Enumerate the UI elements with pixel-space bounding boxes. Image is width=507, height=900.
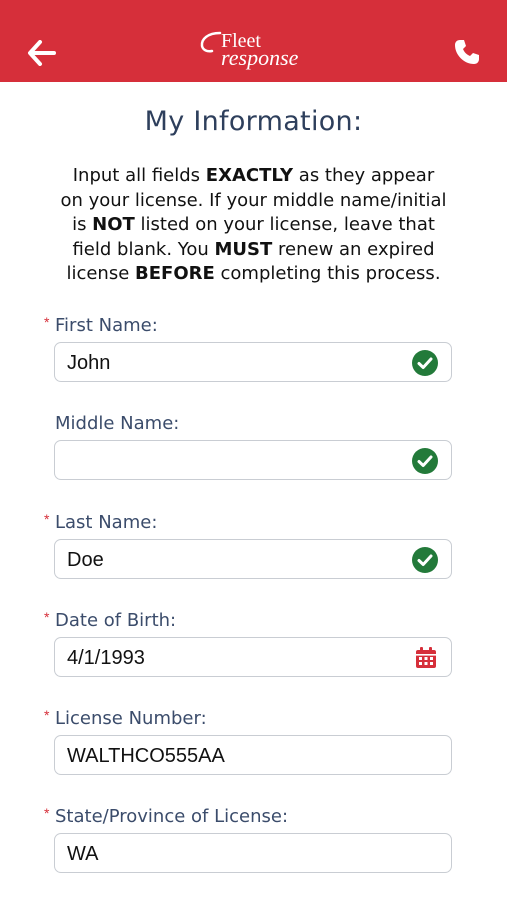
instruction-text: completing this process. [214, 263, 441, 284]
required-asterisk: * [44, 805, 50, 821]
dob-field[interactable] [54, 637, 452, 678]
first-name-label: First Name: [55, 315, 158, 336]
last-name-field[interactable] [54, 539, 452, 580]
dob-label: Date of Birth: [55, 610, 177, 631]
license-number-label: License Number: [55, 708, 207, 729]
state-label: State/Province of License: [55, 806, 289, 827]
middle-name-label: Middle Name: [55, 413, 180, 434]
emphasis-text: EXACTLY [205, 165, 294, 186]
app-header: Fleet response [0, 0, 507, 82]
required-asterisk: * [44, 609, 50, 625]
license-number-input[interactable] [65, 736, 399, 776]
first-name-field[interactable] [54, 342, 452, 383]
calendar-icon[interactable] [414, 646, 438, 670]
page-title: My Information: [144, 106, 363, 137]
license-number-field[interactable] [54, 735, 452, 776]
emphasis-text: BEFORE [135, 263, 215, 284]
call-button[interactable] [449, 34, 485, 70]
back-button[interactable] [24, 35, 60, 71]
state-field[interactable] [54, 833, 452, 874]
emphasis-text: MUST [214, 238, 273, 260]
middle-name-input[interactable] [65, 441, 399, 481]
fleet-response-logo: Fleet response [198, 29, 310, 71]
check-circle-icon [412, 350, 438, 376]
dob-input[interactable] [65, 638, 399, 678]
phone-icon [455, 40, 479, 64]
required-asterisk: * [44, 314, 50, 330]
instruction-text: Input all fields [72, 165, 206, 186]
required-asterisk: * [44, 707, 50, 723]
instructions-text: Input all fields EXACTLY as they appear … [60, 164, 447, 287]
middle-name-field[interactable] [54, 440, 452, 481]
logo-line-2: response [221, 45, 299, 70]
emphasis-text: NOT [92, 214, 135, 235]
last-name-label: Last Name: [55, 512, 158, 533]
check-circle-icon [412, 547, 438, 573]
first-name-input[interactable] [65, 343, 399, 383]
state-input[interactable] [65, 834, 399, 874]
required-asterisk: * [44, 511, 50, 527]
arrow-left-icon [28, 40, 56, 66]
last-name-input[interactable] [65, 540, 399, 580]
check-circle-icon [412, 448, 438, 474]
